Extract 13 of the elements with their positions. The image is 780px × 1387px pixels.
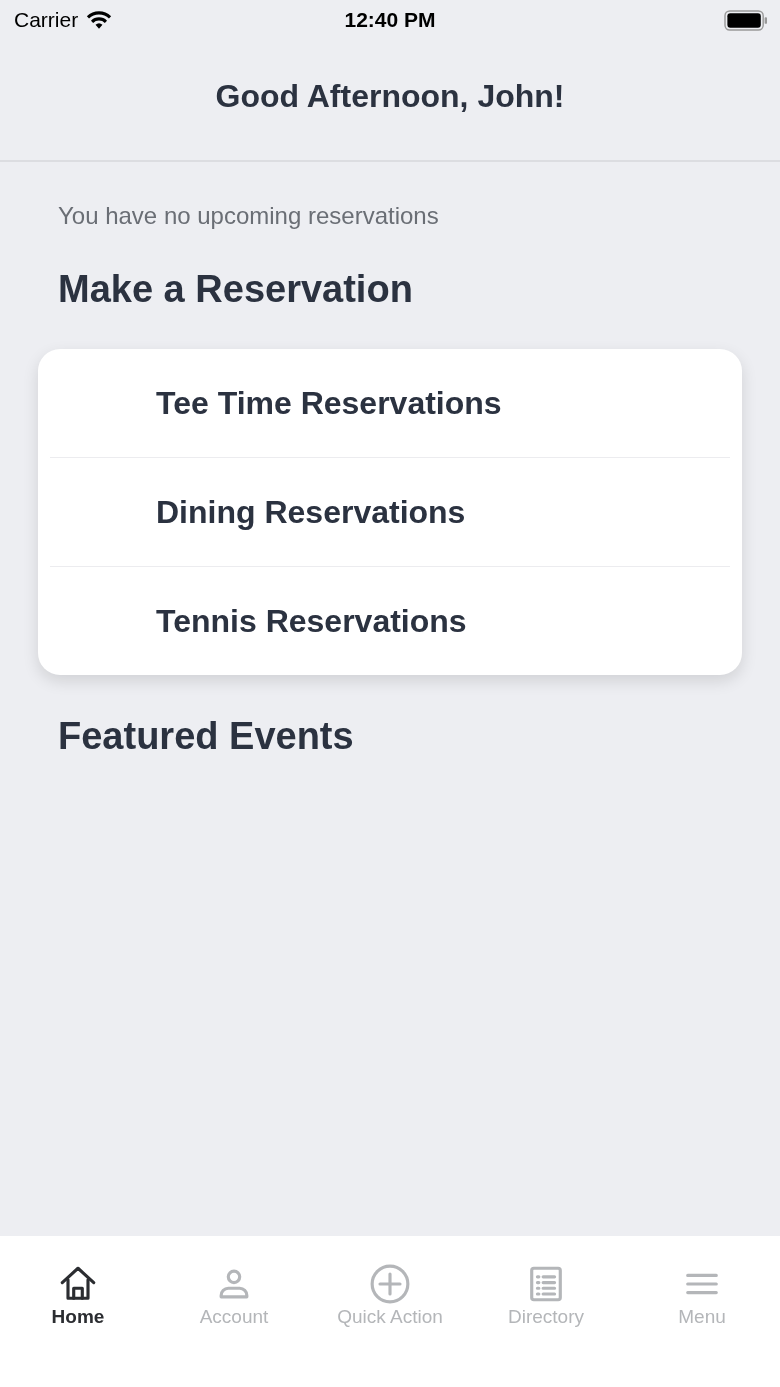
battery-icon [724, 9, 768, 31]
section-heading: Make a Reservation [58, 268, 414, 311]
greeting-title: Good Afternoon, John! [215, 77, 565, 115]
status-time: 12:40 PM [344, 8, 436, 32]
reservation-item[interactable]: Tee Time Reservations [50, 349, 730, 458]
wifi-icon [86, 10, 113, 30]
tab-item[interactable]: Home [0, 1264, 156, 1387]
reservation-item[interactable]: Tennis Reservations [50, 567, 730, 675]
section-heading: Featured Events [58, 715, 355, 758]
reservation-notice: You have no upcoming reservations [58, 202, 440, 230]
reservation-item[interactable]: Dining Reservations [50, 458, 730, 567]
carrier-name: Carrier [14, 8, 79, 32]
add-circle-icon [370, 1264, 410, 1304]
